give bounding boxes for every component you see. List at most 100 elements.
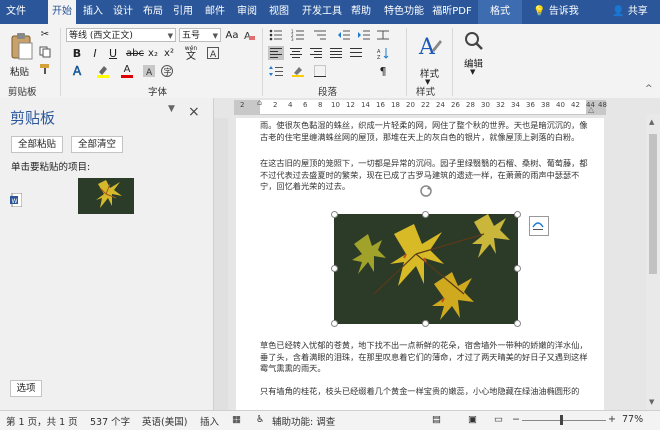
tab-mailings[interactable]: 邮件 bbox=[202, 0, 228, 24]
tab-help[interactable]: 帮助 bbox=[348, 0, 374, 24]
print-layout-icon[interactable]: ▣ bbox=[468, 414, 477, 425]
insert-mode[interactable]: 插入 bbox=[200, 414, 219, 428]
share-button[interactable]: 👤 共享 bbox=[604, 0, 656, 24]
format-painter-icon[interactable] bbox=[38, 62, 52, 75]
sort-icon[interactable]: AZ bbox=[376, 46, 390, 60]
web-layout-icon[interactable]: ▭ bbox=[494, 414, 503, 425]
resize-handle-nw[interactable] bbox=[331, 211, 338, 218]
decrease-indent-icon[interactable] bbox=[336, 28, 352, 42]
char-shading-icon[interactable]: A bbox=[142, 64, 156, 78]
resize-handle-n[interactable] bbox=[422, 211, 429, 218]
font-name-combo[interactable]: 等线 (西文正文) ▼ bbox=[66, 28, 176, 42]
tab-insert[interactable]: 插入 bbox=[80, 0, 106, 24]
strikethrough-icon[interactable]: abc bbox=[126, 46, 144, 60]
tab-foxit-pdf[interactable]: 福昕PDF bbox=[430, 0, 474, 24]
multilevel-list-icon[interactable] bbox=[312, 28, 328, 42]
numbering-icon[interactable]: 123 bbox=[290, 28, 306, 42]
tab-review[interactable]: 审阅 bbox=[234, 0, 260, 24]
font-size-combo[interactable]: 五号 ▼ bbox=[179, 28, 221, 42]
paste-all-button[interactable]: 全部粘贴 bbox=[11, 136, 63, 153]
language[interactable]: 英语(美国) bbox=[142, 414, 187, 428]
indent-marker[interactable]: ⌂ bbox=[257, 98, 262, 107]
zoom-level[interactable]: 77% bbox=[622, 414, 643, 425]
paste-button[interactable] bbox=[6, 28, 36, 64]
subscript-icon[interactable]: x₂ bbox=[146, 46, 160, 60]
clear-format-icon[interactable]: A bbox=[242, 28, 256, 42]
resize-handle-ne[interactable] bbox=[514, 211, 521, 218]
bullets-icon[interactable] bbox=[268, 28, 284, 42]
macro-record-icon[interactable]: ▦ bbox=[232, 414, 241, 425]
scroll-down-icon[interactable]: ▼ bbox=[649, 398, 654, 406]
layout-options-icon[interactable] bbox=[529, 216, 549, 236]
tab-references[interactable]: 引用 bbox=[170, 0, 196, 24]
align-right-icon[interactable] bbox=[308, 46, 324, 60]
align-center-icon[interactable] bbox=[288, 46, 304, 60]
focus-mode-icon[interactable]: ▤ bbox=[432, 414, 441, 425]
chinese-layout-icon[interactable] bbox=[376, 28, 390, 42]
superscript-icon[interactable]: x² bbox=[162, 46, 176, 60]
tab-developer[interactable]: 开发工具 bbox=[298, 0, 346, 24]
change-case-button[interactable]: Aa bbox=[224, 28, 240, 42]
pane-title: 剪贴板 bbox=[10, 109, 56, 127]
resize-handle-sw[interactable] bbox=[331, 320, 338, 327]
styles-gallery-icon[interactable]: A bbox=[414, 28, 444, 64]
word-count[interactable]: 537 个字 bbox=[90, 414, 130, 428]
zoom-in-icon[interactable]: + bbox=[608, 414, 616, 425]
line-spacing-icon[interactable] bbox=[268, 64, 284, 78]
tell-me-box[interactable]: 💡 告诉我 bbox=[528, 0, 584, 24]
tab-format[interactable]: 格式 bbox=[478, 0, 522, 24]
page-count[interactable]: 第 1 页，共 1 页 bbox=[6, 414, 78, 428]
distributed-icon[interactable] bbox=[348, 46, 364, 60]
zoom-slider-thumb[interactable] bbox=[560, 415, 563, 425]
zoom-out-icon[interactable]: − bbox=[512, 414, 520, 425]
accessibility-icon[interactable]: ♿ bbox=[256, 414, 265, 425]
scroll-up-icon[interactable]: ▲ bbox=[649, 118, 654, 126]
underline-button[interactable]: U bbox=[106, 46, 120, 60]
tab-file[interactable]: 文件 bbox=[0, 0, 32, 24]
pane-options-dropdown[interactable]: ▼ bbox=[168, 104, 175, 114]
rotate-handle-icon[interactable] bbox=[419, 184, 433, 201]
justify-icon[interactable] bbox=[328, 46, 344, 60]
show-marks-icon[interactable]: ¶ bbox=[376, 64, 390, 78]
horizontal-ruler[interactable]: 2 2 4 6 8 10 12 14 16 18 20 22 24 26 28 … bbox=[234, 98, 607, 115]
char-border-icon[interactable]: A bbox=[206, 46, 220, 60]
scroll-thumb[interactable] bbox=[649, 134, 657, 274]
resize-handle-e[interactable] bbox=[514, 265, 521, 272]
document-page[interactable]: 雨。使很灰色黏湿的蛛丝，织成一片轻柔的网，网住了整个秋的世界。天也是暗沉沉的，像… bbox=[236, 118, 604, 410]
options-button[interactable]: 选项 bbox=[10, 380, 42, 397]
accessibility-status[interactable]: 辅助功能: 调查 bbox=[272, 414, 335, 428]
tab-features[interactable]: 特色功能 bbox=[380, 0, 428, 24]
search-icon[interactable] bbox=[462, 28, 486, 54]
collapse-ribbon-icon[interactable]: ^ bbox=[645, 84, 653, 94]
cut-icon[interactable]: ✂ bbox=[38, 28, 52, 41]
increase-indent-icon[interactable] bbox=[356, 28, 372, 42]
enclose-char-icon[interactable]: 字 bbox=[160, 64, 174, 78]
clipboard-item-thumbnail[interactable] bbox=[78, 178, 134, 214]
phonetic-guide-button[interactable]: wén 文 bbox=[180, 45, 202, 61]
right-indent-marker[interactable]: △ bbox=[588, 105, 594, 114]
resize-handle-se[interactable] bbox=[514, 320, 521, 327]
highlight-icon[interactable] bbox=[94, 64, 112, 78]
shading-icon[interactable] bbox=[290, 64, 306, 78]
resize-handle-s[interactable] bbox=[422, 320, 429, 327]
borders-icon[interactable] bbox=[312, 64, 328, 78]
vertical-ruler[interactable] bbox=[214, 118, 228, 410]
selected-picture[interactable] bbox=[331, 185, 521, 327]
italic-button[interactable]: I bbox=[88, 46, 102, 60]
tab-home[interactable]: 开始 bbox=[48, 0, 76, 24]
ruler-tick: 30 bbox=[481, 101, 490, 109]
close-icon[interactable]: × bbox=[188, 104, 200, 120]
tab-layout[interactable]: 布局 bbox=[140, 0, 166, 24]
copy-icon[interactable] bbox=[38, 45, 52, 58]
align-left-icon[interactable] bbox=[268, 46, 284, 60]
resize-handle-w[interactable] bbox=[331, 265, 338, 272]
tab-view[interactable]: 视图 bbox=[266, 0, 292, 24]
font-color-button[interactable]: A bbox=[118, 64, 136, 78]
bold-button[interactable]: B bbox=[70, 46, 84, 60]
ruler-tick: 12 bbox=[346, 101, 355, 109]
clear-all-button[interactable]: 全部清空 bbox=[71, 136, 123, 153]
text-effects-icon[interactable]: A bbox=[70, 64, 88, 78]
tab-design[interactable]: 设计 bbox=[110, 0, 136, 24]
zoom-slider[interactable] bbox=[522, 420, 606, 421]
vertical-scrollbar[interactable]: ▲ ▼ bbox=[646, 114, 660, 410]
